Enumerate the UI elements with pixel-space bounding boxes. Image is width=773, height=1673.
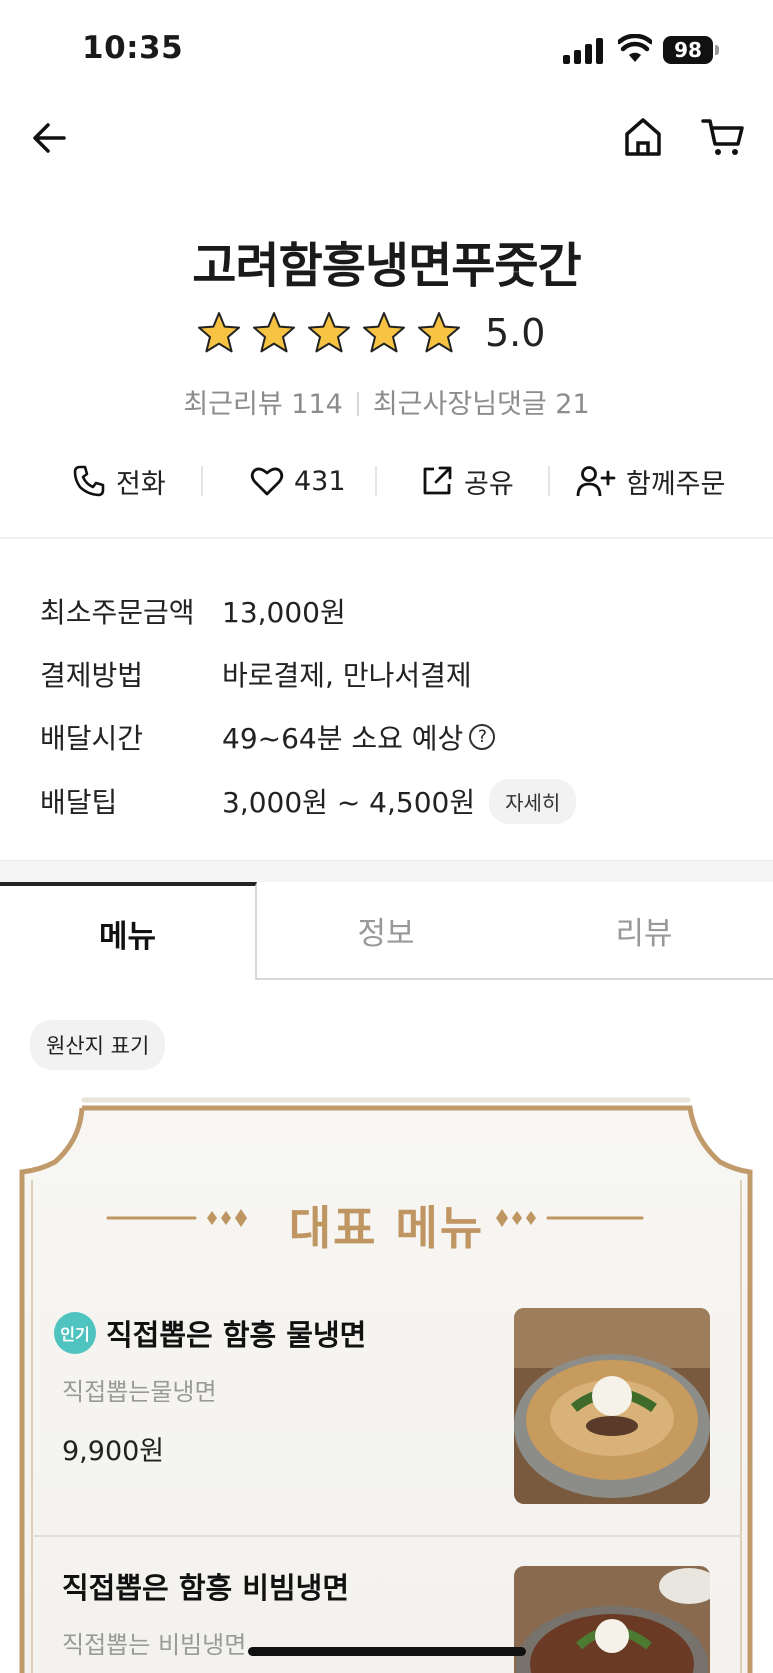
payment-label: 결제방법 (40, 659, 144, 692)
wifi-icon (618, 34, 652, 62)
call-label: 전화 (116, 468, 166, 500)
cellular-signal-icon (563, 38, 603, 64)
min-order-value: 13,000원 (222, 596, 346, 629)
like-button[interactable]: 431 (250, 456, 346, 506)
rating-row: 5.0 (196, 308, 545, 358)
delivery-tip-value: 3,000원 ~ 4,500원 (222, 786, 476, 819)
star-icon (198, 312, 240, 353)
battery-level: 98 (663, 36, 713, 64)
divider (0, 537, 773, 539)
featured-menu-title: 대표 메뉴 (288, 1201, 485, 1255)
delivery-time-label: 배달시간 (40, 722, 144, 755)
tab-menu[interactable]: 메뉴 (0, 882, 257, 980)
min-order-row: 최소주문금액 13,000원 (40, 591, 346, 631)
share-icon (423, 466, 452, 495)
share-button[interactable]: 공유 (420, 456, 514, 506)
group-order-button[interactable]: 함께주문 (576, 456, 725, 506)
review-summary: 최근리뷰 114 최근사장님댓글 21 (0, 382, 773, 421)
payment-row: 결제방법 바로결제, 만나서결제 (40, 654, 472, 694)
delivery-tip-label: 배달팁 (40, 786, 118, 819)
recent-reviews-link[interactable]: 최근리뷰 114 (183, 389, 342, 420)
tab-info[interactable]: 정보 (257, 882, 515, 980)
store-tabs: 메뉴 정보 리뷰 (0, 882, 773, 980)
star-icon (308, 312, 350, 353)
star-icon (363, 312, 405, 353)
owner-replies-link[interactable]: 최근사장님댓글 21 (373, 389, 590, 420)
delivery-time-row: 배달시간 49~64분 소요 예상 ? (40, 717, 496, 757)
bibim-naengmyeon-photo (514, 1566, 710, 1673)
home-icon[interactable] (620, 114, 666, 160)
origin-label-button[interactable]: 원산지 표기 (30, 1020, 166, 1070)
menu-item-desc: 직접뽑는물냉면 (62, 1378, 217, 1406)
section-divider (0, 860, 773, 882)
store-name: 고려함흥냉면푸줏간 (192, 238, 581, 294)
menu-divider (30, 1535, 742, 1537)
min-order-label: 최소주문금액 (40, 596, 195, 629)
menu-item-price: 9,900원 (62, 1436, 165, 1467)
cart-icon[interactable] (700, 114, 746, 160)
menu-item-photo[interactable] (514, 1308, 710, 1504)
menu-item-photo[interactable] (514, 1566, 710, 1673)
tab-review[interactable]: 리뷰 (515, 882, 773, 980)
status-bar: 10:35 98 (0, 0, 773, 100)
delivery-tip-row: 배달팁 3,000원 ~ 4,500원 자세히 (40, 778, 577, 824)
help-icon[interactable]: ? (469, 724, 496, 750)
store-actions: 전화 431 공유 함께주문 (0, 456, 773, 506)
popular-badge: 인기 (54, 1312, 96, 1354)
star-icon (418, 312, 460, 353)
home-indicator[interactable] (248, 1647, 526, 1656)
payment-value: 바로결제, 만나서결제 (222, 659, 472, 692)
add-user-icon (576, 466, 616, 497)
status-time: 10:35 (82, 30, 184, 66)
menu-item-name: 직접뽑은 함흥 물냉면 (106, 1318, 367, 1352)
phone-icon (73, 465, 105, 497)
share-label: 공유 (464, 468, 514, 500)
menu-item-name-row: 인기 직접뽑은 함흥 물냉면 (54, 1312, 367, 1354)
group-order-label: 함께주문 (626, 468, 726, 500)
arrow-left-icon[interactable] (28, 116, 72, 160)
heart-icon (250, 467, 284, 496)
naengmyeon-photo (514, 1308, 710, 1504)
likes-count: 431 (294, 465, 346, 497)
battery-icon: 98 (663, 36, 719, 64)
menu-item[interactable]: 직접뽑은 함흥 비빔냉면 직접뽑는 비빔냉면 (62, 1565, 349, 1660)
rating-value: 5.0 (485, 311, 546, 355)
delivery-time-value: 49~64분 소요 예상 (222, 722, 464, 755)
star-icon (253, 312, 295, 353)
call-button[interactable]: 전화 (72, 456, 166, 506)
delivery-tip-detail-button[interactable]: 자세히 (489, 778, 577, 824)
menu-item-name: 직접뽑은 함흥 비빔냉면 (62, 1571, 349, 1605)
menu-item[interactable]: 인기 직접뽑은 함흥 물냉면 직접뽑는물냉면 9,900원 (54, 1312, 367, 1468)
